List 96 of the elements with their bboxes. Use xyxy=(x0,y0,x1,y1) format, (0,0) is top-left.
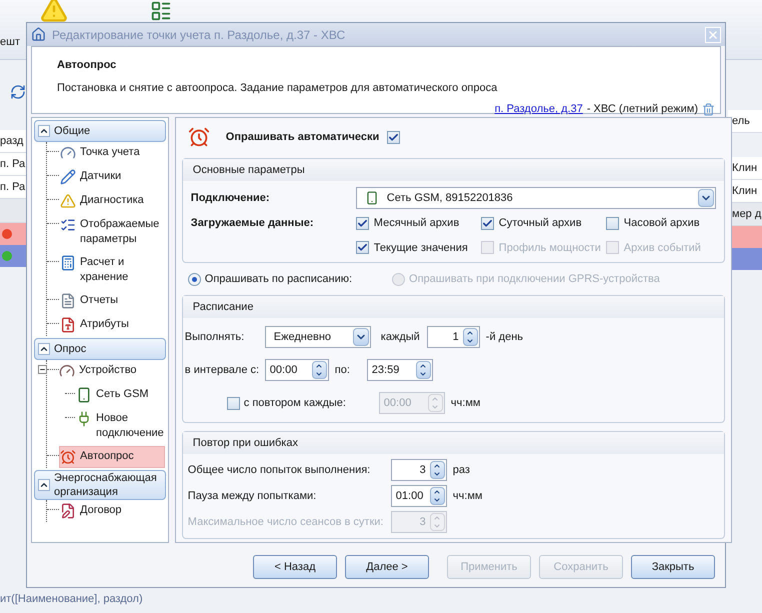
number-spinner[interactable]: 01:00 xyxy=(390,485,447,507)
window-title: Редактирование точки учета п. Раздолье, д.37 - ХВС xyxy=(52,26,346,44)
checklist-icon xyxy=(60,217,76,233)
field-label: в интервале с: xyxy=(184,362,260,378)
auto-poll-label: Опрашивать автоматически xyxy=(226,130,380,145)
alarm-clock-icon xyxy=(188,126,210,148)
unit-label: раз xyxy=(452,462,470,478)
nav-item[interactable]: Новое подключение xyxy=(75,408,165,444)
nav-item[interactable]: Отчеты xyxy=(59,290,165,312)
checkbox[interactable] xyxy=(606,216,619,230)
house-icon xyxy=(31,27,46,42)
checkbox-label: Суточный архив xyxy=(498,216,582,231)
nav-group-header[interactable]: Опрос xyxy=(34,338,166,360)
document-icon xyxy=(60,293,76,309)
table-header-cell xyxy=(0,199,26,223)
document-icon xyxy=(60,317,76,333)
spinner-arrows-icon[interactable] xyxy=(430,487,445,505)
field-label: Подключение: xyxy=(190,190,271,206)
collapse-icon[interactable] xyxy=(38,479,50,491)
nav-item[interactable]: Атрибуты xyxy=(59,314,165,336)
group-title: Расписание xyxy=(192,300,254,315)
checkbox-label: Месячный архив xyxy=(374,216,460,231)
trash-icon[interactable] xyxy=(702,102,715,116)
checkbox[interactable] xyxy=(356,241,369,254)
table-cell: ель xyxy=(728,110,762,133)
calculator-icon xyxy=(60,255,76,271)
nav-group-header[interactable]: Общие xyxy=(34,120,166,142)
table-cell: п. Ра xyxy=(0,153,26,176)
collapse-toggle-icon[interactable] xyxy=(38,365,47,374)
checkbox-label: Профиль мощности xyxy=(498,240,601,256)
warning-icon xyxy=(60,193,76,209)
checkbox[interactable] xyxy=(226,396,240,410)
checkbox[interactable] xyxy=(387,130,400,144)
checkbox[interactable] xyxy=(480,216,494,230)
header-description: Постановка и снятие с автоопроса. Задание параметров для автоматического опроса xyxy=(57,80,498,96)
nav-item[interactable]: Диагностика xyxy=(59,190,165,212)
group-title: Основные параметры xyxy=(192,162,305,178)
unit-label: чч:мм xyxy=(450,396,480,411)
toolbar-label: ешт xyxy=(0,35,20,50)
checkbox-label: Архив событий xyxy=(624,240,701,256)
phone-icon xyxy=(364,191,379,205)
nav-group-header[interactable]: Энергоснабжающая организация xyxy=(34,470,166,500)
spinner-arrows-icon[interactable] xyxy=(416,361,431,379)
document-pen-icon xyxy=(60,503,76,519)
collapse-icon[interactable] xyxy=(38,125,50,137)
field-label: Максимальное число сеансов в сутки: xyxy=(188,514,384,530)
group-title: Повтор при ошибках xyxy=(192,436,298,451)
field-label: Пауза между попытками: xyxy=(188,488,318,504)
frequency-dropdown[interactable]: Ежедневно xyxy=(264,326,371,348)
field-label: Общее число попыток выполнения: xyxy=(188,462,372,478)
nav-item[interactable]: Отображаемые параметры xyxy=(59,214,165,250)
unit-label: -й день xyxy=(486,330,524,345)
address-link[interactable]: п. Раздолье, д.37 xyxy=(494,101,583,118)
time-spinner[interactable]: 23:59 xyxy=(366,359,433,381)
table-cell: разд xyxy=(0,130,26,153)
nav-item[interactable]: Автоопрос xyxy=(59,446,165,468)
radio-label: Опрашивать по расписанию: xyxy=(204,272,352,287)
dialog-button[interactable]: Далее > xyxy=(345,555,429,579)
nav-item[interactable]: Устройство xyxy=(59,360,165,382)
nav-item[interactable]: Сеть GSM xyxy=(75,384,165,406)
radio-label: Опрашивать при подключении GPRS-устройства xyxy=(409,272,660,287)
nav-item[interactable]: Расчет и хранение xyxy=(59,252,165,288)
formula-text: ит([Наименование], раздол) xyxy=(0,592,143,607)
refresh-icon[interactable] xyxy=(10,84,26,100)
close-icon xyxy=(707,28,719,40)
header-title: Автоопрос xyxy=(57,58,118,73)
radio-button[interactable] xyxy=(188,272,201,286)
table-cell: п. Ра xyxy=(0,176,26,199)
pencil-icon xyxy=(60,169,76,185)
nav-item[interactable]: Датчики xyxy=(59,166,165,188)
time-spinner[interactable]: 00:00 xyxy=(264,359,329,381)
gauge-icon xyxy=(60,145,76,161)
checkbox[interactable] xyxy=(356,216,369,230)
connection-dropdown[interactable]: Сеть GSM, 89152201836 xyxy=(356,187,716,209)
unit-label: чч:мм xyxy=(452,488,482,504)
spinner-arrows-icon[interactable] xyxy=(462,328,478,346)
nav-item[interactable]: Точка учета xyxy=(59,142,165,164)
spinner-arrows-icon[interactable] xyxy=(430,461,445,479)
phone-icon xyxy=(76,387,92,403)
checkbox-label: Текущие значения xyxy=(374,240,468,256)
checkbox-label: Часовой архив xyxy=(624,216,700,231)
dialog-button[interactable]: < Назад xyxy=(253,555,337,579)
collapse-icon[interactable] xyxy=(38,343,50,355)
spinner-arrows-icon[interactable] xyxy=(312,361,327,379)
field-label: каждый xyxy=(380,330,420,345)
nav-item[interactable]: Договор xyxy=(59,500,165,522)
number-spinner[interactable]: 3 xyxy=(390,459,447,481)
gauge-icon xyxy=(59,363,75,379)
field-label: Загружаемые данные: xyxy=(190,216,315,231)
field-label: по: xyxy=(334,362,351,378)
dialog-button[interactable]: Закрыть xyxy=(631,555,715,579)
resource-text: - ХВС (летний режим) xyxy=(586,102,698,117)
field-label: Выполнять: xyxy=(184,330,246,345)
day-spinner[interactable]: 1 xyxy=(426,326,480,348)
checkbox-label: с повтором каждые: xyxy=(244,396,347,411)
alarm-clock-icon xyxy=(60,449,76,465)
